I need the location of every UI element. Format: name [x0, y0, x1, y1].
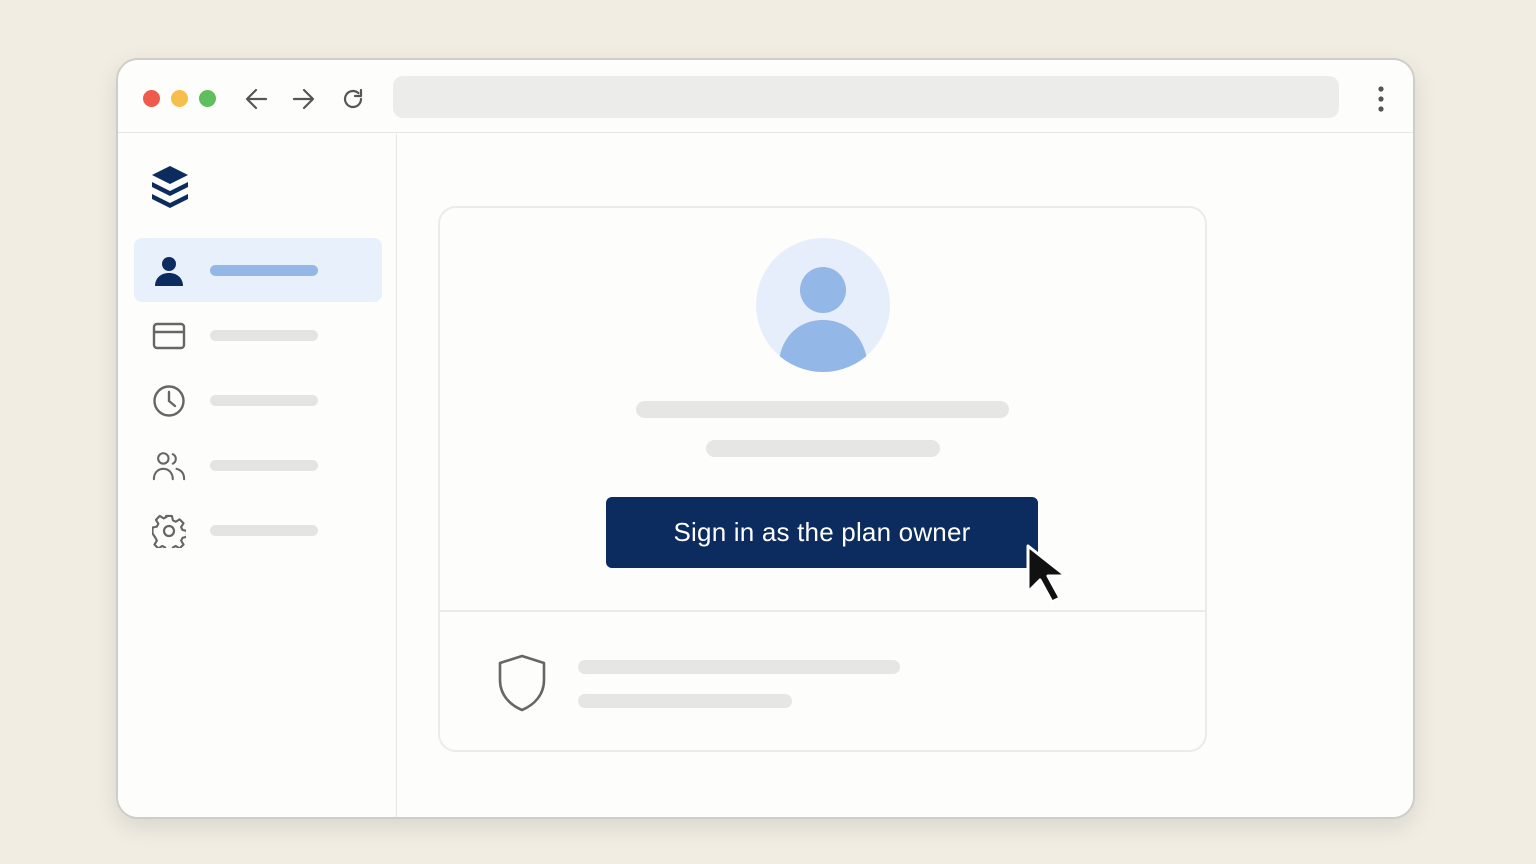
reload-button[interactable] — [338, 84, 368, 114]
kebab-menu-icon — [1378, 86, 1384, 112]
maximize-window-button[interactable] — [199, 90, 216, 107]
arrow-left-icon — [245, 88, 268, 110]
sign-in-plan-owner-button[interactable]: Sign in as the plan owner — [606, 497, 1038, 568]
sidebar-item-label — [210, 460, 318, 471]
sidebar-item-label — [210, 395, 318, 406]
arrow-right-icon — [292, 88, 315, 110]
sidebar-item-history[interactable] — [134, 368, 382, 432]
user-avatar-icon — [756, 238, 890, 372]
card-divider — [440, 610, 1205, 612]
reload-icon — [343, 88, 363, 109]
back-button[interactable] — [242, 84, 272, 114]
minimize-window-button[interactable] — [171, 90, 188, 107]
sidebar-item-team[interactable] — [134, 433, 382, 497]
user-icon — [152, 254, 186, 288]
stacked-layers-logo — [152, 166, 188, 208]
browser-menu-button[interactable] — [1369, 82, 1393, 116]
sidebar-item-settings[interactable] — [134, 498, 382, 562]
browser-toolbar — [118, 60, 1413, 133]
sidebar-item-label — [210, 330, 318, 341]
sidebar-item-label — [210, 525, 318, 536]
clock-icon — [152, 384, 186, 418]
sidebar-item-billing[interactable] — [134, 303, 382, 367]
sidebar-item-label — [210, 265, 318, 276]
security-desc-placeholder — [578, 694, 792, 708]
browser-window: Sign in as the plan owner — [116, 58, 1415, 819]
sidebar — [118, 134, 397, 817]
security-title-placeholder — [578, 660, 900, 674]
credit-card-icon — [152, 319, 186, 353]
forward-button[interactable] — [288, 84, 318, 114]
address-bar[interactable] — [393, 76, 1339, 118]
mouse-pointer-icon — [1026, 544, 1068, 604]
gear-icon — [152, 514, 186, 548]
sidebar-item-profile[interactable] — [134, 238, 382, 302]
profile-email-placeholder — [706, 440, 940, 457]
shield-icon — [498, 654, 546, 712]
close-window-button[interactable] — [143, 90, 160, 107]
users-icon — [152, 449, 186, 483]
profile-name-placeholder — [636, 401, 1009, 418]
profile-card: Sign in as the plan owner — [438, 206, 1207, 752]
